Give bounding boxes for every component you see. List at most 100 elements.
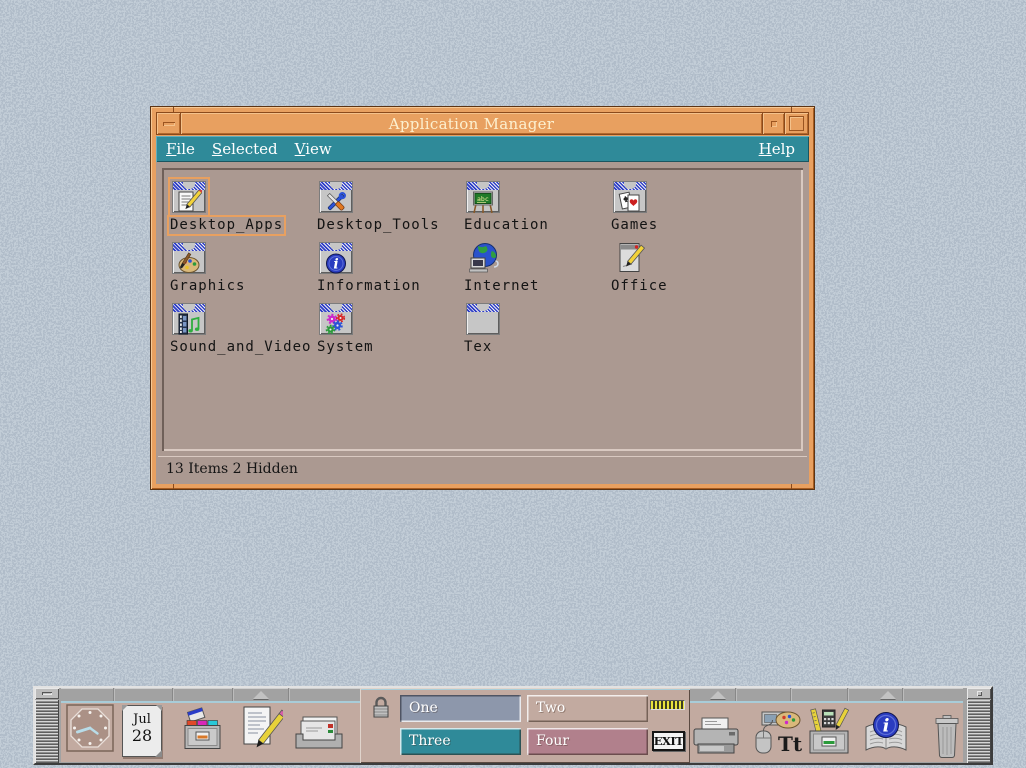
app-group-sound-and-video[interactable]: Sound_and_Video <box>170 303 312 364</box>
front-panel: Jul 28 <box>33 686 993 765</box>
window-menu-button[interactable] <box>156 112 181 135</box>
window-menu-dash-icon <box>163 122 175 126</box>
subpanel-arrow-text-editor[interactable] <box>253 691 269 699</box>
clock-icon[interactable] <box>66 704 114 756</box>
help-i-text: i <box>883 716 890 737</box>
folder-paint-palette-icon <box>172 242 206 274</box>
subpanel-arrow-printer[interactable] <box>710 691 726 699</box>
app-group-tex[interactable]: Tex <box>464 303 606 364</box>
text-editor-icon[interactable] <box>239 704 283 762</box>
status-text: 13 Items 2 Hidden <box>166 461 298 477</box>
minimize-button[interactable] <box>763 112 785 135</box>
icon-label: Games <box>611 218 658 233</box>
app-group-internet[interactable]: Internet <box>464 242 606 303</box>
menu-selected[interactable]: Selected <box>205 139 285 159</box>
panel-minimize-button-right[interactable] <box>967 688 991 699</box>
lock-icon[interactable] <box>370 694 392 726</box>
chalkboard-text: abc <box>477 195 489 203</box>
folder-gears-icon <box>319 303 353 335</box>
statusbar: 13 Items 2 Hidden <box>158 456 807 482</box>
icon-pane: Desktop_Apps <box>162 168 803 451</box>
folder-filmstrip-note-icon <box>172 303 206 335</box>
app-group-desktop-apps[interactable]: Desktop_Apps <box>170 181 312 242</box>
exit-button[interactable]: EXIT <box>652 731 685 751</box>
workspace-switch: One Two Three Four EXIT <box>360 688 690 763</box>
menubar: File Selected View Help <box>156 136 809 162</box>
folder-plain-icon <box>466 303 500 335</box>
app-group-system[interactable]: System <box>317 303 459 364</box>
folder-chalkboard-icon: abc <box>466 181 500 213</box>
folder-info-circle-icon: i <box>319 242 353 274</box>
calendar-fold <box>155 750 162 757</box>
help-viewer-icon[interactable]: i <box>860 710 912 762</box>
calendar-day: 28 <box>123 727 161 745</box>
application-manager-window: Application Manager File Selected View H… <box>150 106 815 490</box>
icon-label: Sound_and_Video <box>170 340 311 355</box>
strip-separator <box>113 688 115 701</box>
calendar-month: Jul <box>123 713 161 727</box>
printer-icon[interactable] <box>690 716 742 764</box>
app-group-desktop-tools[interactable]: Desktop_Tools <box>317 181 459 242</box>
subpanel-arrow-help[interactable] <box>880 691 896 699</box>
calendar-fold <box>122 705 128 711</box>
strip-separator <box>735 688 737 701</box>
panel-minimize-dash-icon <box>42 692 52 695</box>
style-manager-letters: Tt <box>778 732 802 756</box>
icon-label: System <box>317 340 374 355</box>
panel-minimize-button-left[interactable] <box>35 688 59 699</box>
app-group-graphics[interactable]: Graphics <box>170 242 312 303</box>
icon-label: Education <box>464 218 549 233</box>
strip-separator <box>232 688 234 701</box>
maximize-icon <box>789 116 804 131</box>
workspace-button-three[interactable]: Three <box>400 728 521 755</box>
application-manager-icon[interactable] <box>805 706 853 762</box>
style-manager-icon[interactable]: Tt <box>748 707 802 763</box>
menu-view[interactable]: View <box>288 139 339 159</box>
info-i-text: i <box>333 257 338 273</box>
panel-handle-left <box>35 688 59 763</box>
icon-label: Information <box>317 279 421 294</box>
window-client-area: Desktop_Apps <box>156 162 809 484</box>
strip-separator <box>847 688 849 701</box>
workspace-button-four[interactable]: Four <box>527 728 648 755</box>
menu-file[interactable]: File <box>159 139 202 159</box>
folder-playing-cards-icon <box>613 181 647 213</box>
workspace-button-two[interactable]: Two <box>527 695 648 722</box>
window-title: Application Manager <box>389 115 555 133</box>
strip-separator <box>172 688 174 701</box>
strip-separator <box>902 688 904 701</box>
mail-icon[interactable] <box>293 714 345 758</box>
menu-help[interactable]: Help <box>752 139 802 159</box>
folder-crossed-tools-icon <box>319 181 353 213</box>
app-group-games[interactable]: Games <box>611 181 753 242</box>
frame-notch <box>791 107 792 112</box>
frame-notch <box>173 107 174 112</box>
icon-grid: Desktop_Apps <box>170 181 758 364</box>
icon-label: Internet <box>464 279 539 294</box>
icon-label: Desktop_Tools <box>317 218 440 233</box>
icon-label: Office <box>611 279 668 294</box>
trash-icon[interactable] <box>931 714 963 764</box>
panel-minimize-square-icon <box>977 691 982 696</box>
panel-handle-right <box>967 688 991 763</box>
calendar-icon[interactable]: Jul 28 <box>122 705 162 757</box>
frame-notch <box>173 484 174 489</box>
app-group-information[interactable]: i Information <box>317 242 459 303</box>
minimize-icon <box>771 121 777 127</box>
title-area[interactable]: Application Manager <box>181 112 763 135</box>
titlebar[interactable]: Application Manager <box>156 112 809 135</box>
maximize-button[interactable] <box>785 112 809 135</box>
app-group-office[interactable]: Office <box>611 242 753 303</box>
frame-notch <box>791 484 792 489</box>
panel-grip-right[interactable] <box>967 700 991 763</box>
workspace-button-one[interactable]: One <box>400 695 521 722</box>
strip-separator <box>790 688 792 701</box>
calendar-fold <box>156 705 162 711</box>
app-group-education[interactable]: abc Education <box>464 181 606 242</box>
busy-light-indicator <box>650 700 685 710</box>
icon-label: Graphics <box>170 279 245 294</box>
panel-grip-left[interactable] <box>35 700 59 763</box>
strip-separator <box>288 688 290 701</box>
file-manager-icon[interactable] <box>179 707 227 759</box>
icon-label: Desktop_Apps <box>170 218 283 233</box>
